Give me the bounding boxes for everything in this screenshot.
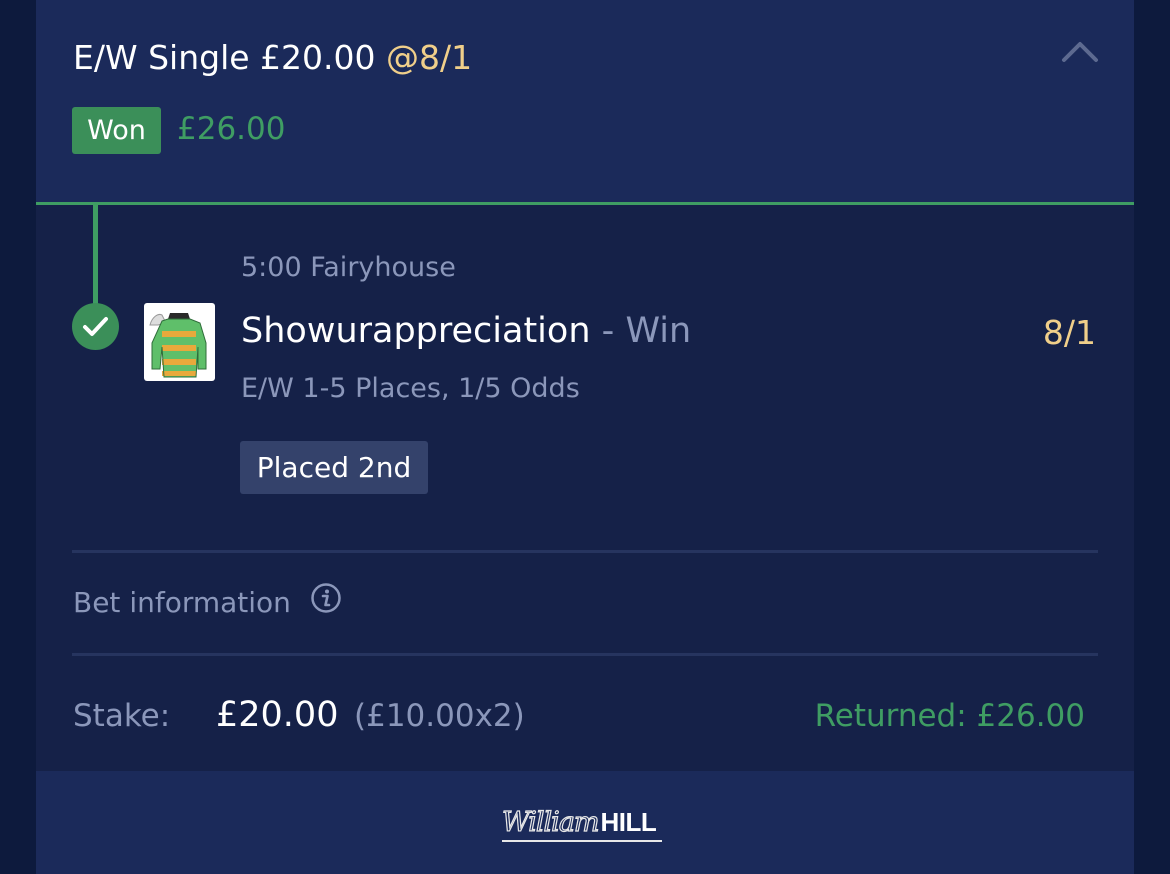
- william-hill-logo: WilliamHILL: [501, 806, 662, 842]
- chevron-up-icon[interactable]: [1060, 38, 1100, 66]
- check-circle-icon: [72, 303, 119, 350]
- horse-name: Showurappreciation: [241, 311, 591, 351]
- result-badge: Placed 2nd: [240, 441, 428, 494]
- logo-bold-text: HILL: [600, 807, 657, 837]
- logo-underline: [502, 840, 662, 842]
- race-time-venue: 5:00 Fairyhouse: [241, 252, 456, 283]
- divider: [72, 550, 1098, 553]
- info-icon[interactable]: [310, 582, 342, 621]
- bet-header[interactable]: E/W Single £20.00 @8/1 Won £26.00: [36, 0, 1134, 202]
- header-divider: [36, 202, 1134, 205]
- bet-information-label: Bet information: [73, 586, 291, 619]
- won-amount: £26.00: [177, 111, 286, 147]
- returned-amount: Returned: £26.00: [814, 698, 1085, 734]
- bet-title-text: E/W Single £20.00: [73, 38, 376, 77]
- divider: [72, 653, 1098, 656]
- footer: WilliamHILL: [36, 771, 1134, 874]
- logo-script-text: William: [501, 806, 600, 838]
- stake-detail: (£10.00x2): [354, 698, 525, 734]
- bet-card: E/W Single £20.00 @8/1 Won £26.00 5:00 F…: [36, 0, 1134, 874]
- selection-separator: -: [601, 311, 615, 351]
- selection-odds: 8/1: [1042, 313, 1096, 352]
- selection-line: Showurappreciation - Win: [241, 311, 691, 351]
- bet-information-link[interactable]: Bet information: [73, 582, 342, 621]
- market-name: Win: [625, 311, 692, 351]
- jockey-silk-icon: [144, 303, 215, 381]
- each-way-terms: E/W 1-5 Places, 1/5 Odds: [241, 373, 580, 404]
- bet-odds: @8/1: [386, 38, 473, 77]
- status-badge: Won: [72, 107, 161, 154]
- bet-title: E/W Single £20.00 @8/1: [73, 38, 472, 77]
- selection-connector-line: [93, 205, 98, 308]
- stake-label: Stake:: [73, 698, 171, 734]
- stake-value: £20.00: [216, 695, 339, 735]
